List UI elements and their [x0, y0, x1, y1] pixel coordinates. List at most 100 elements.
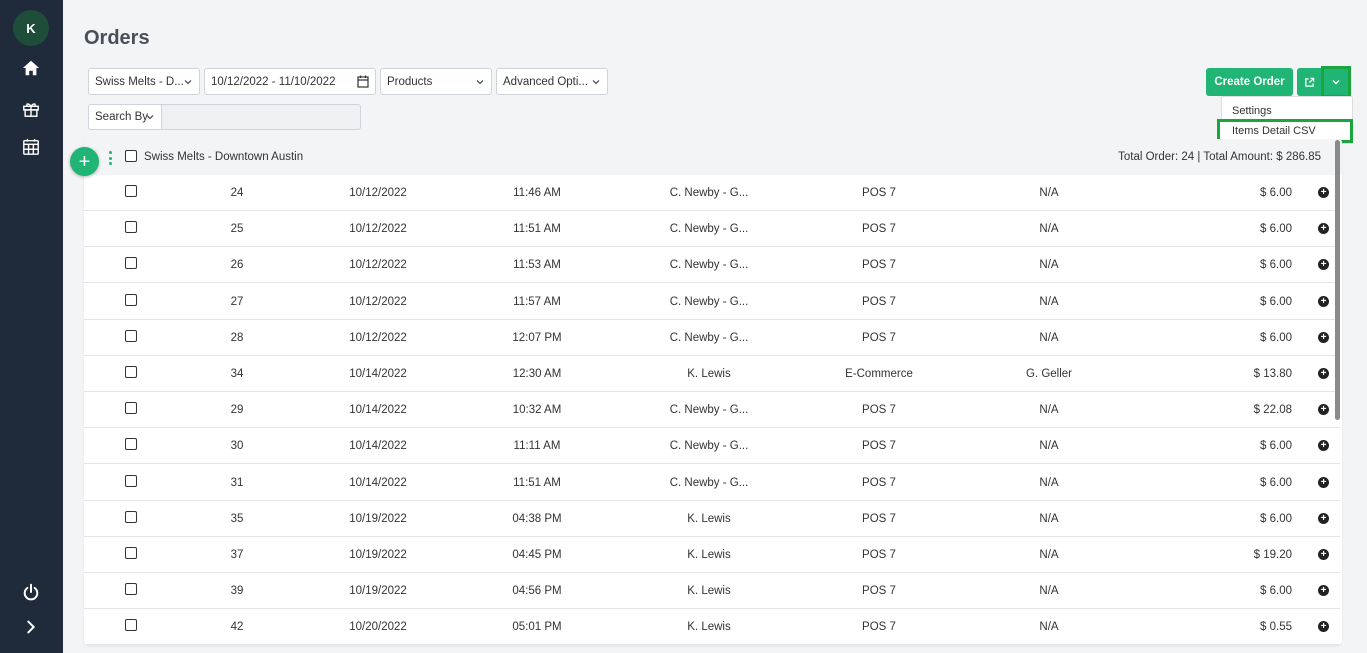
order-employee: N/A — [1039, 477, 1059, 489]
row-checkbox[interactable] — [125, 511, 137, 523]
expand-row-icon[interactable]: + — [1318, 187, 1329, 198]
table-row[interactable]: 31 10/14/2022 11:51 AM C. Newby - G... POS 7… — [84, 465, 1340, 501]
order-employee: N/A — [1039, 296, 1059, 308]
table-row[interactable]: 34 10/14/2022 12:30 AM K. Lewis E-Commerce G.… — [84, 356, 1340, 392]
create-order-button[interactable]: Create Order — [1206, 68, 1293, 96]
expand-row-icon[interactable]: + — [1318, 477, 1329, 488]
expand-row-icon[interactable]: + — [1318, 296, 1329, 307]
order-customer: K. Lewis — [687, 368, 731, 380]
calendar-grid-icon[interactable] — [21, 137, 41, 157]
order-employee: N/A — [1039, 259, 1059, 271]
table-row[interactable]: 37 10/19/2022 04:45 PM K. Lewis POS 7 N/A $ 19… — [84, 537, 1340, 573]
order-date: 10/12/2022 — [349, 259, 407, 271]
row-checkbox[interactable] — [125, 547, 137, 559]
table-row[interactable]: 30 10/14/2022 11:11 AM C. Newby - G... POS 7… — [84, 428, 1340, 464]
order-date: 10/19/2022 — [349, 513, 407, 525]
add-group-button[interactable]: + — [70, 147, 99, 176]
products-select[interactable]: Products — [380, 68, 492, 95]
advanced-options-select[interactable]: Advanced Opti... — [496, 68, 608, 95]
expand-row-icon[interactable]: + — [1318, 549, 1329, 560]
order-employee: N/A — [1039, 332, 1059, 344]
expand-row-icon[interactable]: + — [1318, 368, 1329, 379]
row-checkbox[interactable] — [125, 185, 137, 197]
chevron-right-icon[interactable] — [21, 617, 41, 637]
order-employee: N/A — [1039, 549, 1059, 561]
group-checkbox[interactable] — [125, 150, 137, 162]
expand-row-icon[interactable]: + — [1318, 585, 1329, 596]
order-source: POS 7 — [862, 549, 896, 561]
order-customer: K. Lewis — [687, 621, 731, 633]
chevron-down-icon — [184, 80, 192, 85]
order-customer: C. Newby - G... — [669, 187, 749, 199]
order-source: POS 7 — [862, 259, 896, 271]
menu-item-settings[interactable]: Settings — [1232, 105, 1272, 117]
more-actions-dropdown-button[interactable] — [1321, 66, 1351, 98]
row-checkbox[interactable] — [125, 257, 137, 269]
search-by-select[interactable]: Search By — [88, 104, 162, 130]
expand-row-icon[interactable]: + — [1318, 621, 1329, 632]
table-row[interactable]: 27 10/12/2022 11:57 AM C. Newby - G... POS 7… — [84, 284, 1340, 320]
order-date: 10/12/2022 — [349, 296, 407, 308]
search-by-label: Search By — [95, 111, 149, 123]
table-row[interactable]: 28 10/12/2022 12:07 PM C. Newby - G... POS 7… — [84, 320, 1340, 356]
order-amount: $ 6.00 — [1260, 187, 1292, 199]
home-icon[interactable] — [21, 58, 41, 78]
table-row[interactable]: 24 10/12/2022 11:46 AM C. Newby - G... POS 7… — [84, 175, 1340, 211]
order-time: 10:32 AM — [512, 404, 562, 416]
order-date: 10/14/2022 — [349, 368, 407, 380]
order-customer: C. Newby - G... — [669, 440, 749, 452]
row-checkbox[interactable] — [125, 402, 137, 414]
order-customer: C. Newby - G... — [669, 296, 749, 308]
expand-row-icon[interactable]: + — [1318, 440, 1329, 451]
expand-row-icon[interactable]: + — [1318, 513, 1329, 524]
table-row[interactable]: 42 10/20/2022 05:01 PM K. Lewis POS 7 N/A $ 0.… — [84, 609, 1340, 645]
location-select[interactable]: Swiss Melts - D... — [88, 68, 200, 95]
table-row[interactable]: 39 10/19/2022 04:56 PM K. Lewis POS 7 N/A $ 6.… — [84, 573, 1340, 609]
gift-icon[interactable] — [21, 99, 41, 119]
date-range-input[interactable]: 10/12/2022 - 11/10/2022 — [204, 68, 376, 95]
row-checkbox[interactable] — [125, 475, 137, 487]
location-select-value: Swiss Melts - D... — [95, 75, 184, 88]
avatar[interactable]: K — [13, 10, 49, 46]
power-icon[interactable] — [21, 582, 41, 602]
row-checkbox[interactable] — [125, 366, 137, 378]
row-checkbox[interactable] — [125, 294, 137, 306]
order-amount: $ 6.00 — [1260, 513, 1292, 525]
table-row[interactable]: 25 10/12/2022 11:51 AM C. Newby - G... POS 7… — [84, 211, 1340, 247]
order-employee: N/A — [1039, 187, 1059, 199]
expand-row-icon[interactable]: + — [1318, 223, 1329, 234]
order-amount: $ 6.00 — [1260, 332, 1292, 344]
chevron-down-icon — [146, 115, 154, 120]
order-time: 11:53 AM — [513, 259, 561, 271]
order-amount: $ 6.00 — [1260, 440, 1292, 452]
calendar-icon[interactable] — [357, 75, 369, 88]
order-time: 11:51 AM — [513, 477, 561, 489]
order-time: 04:38 PM — [512, 513, 562, 525]
row-checkbox[interactable] — [125, 619, 137, 631]
row-checkbox[interactable] — [125, 583, 137, 595]
advanced-options-value: Advanced Opti... — [503, 75, 589, 88]
search-input[interactable] — [161, 104, 361, 130]
row-checkbox[interactable] — [125, 330, 137, 342]
order-amount: $ 19.20 — [1253, 549, 1292, 561]
expand-row-icon[interactable]: + — [1318, 259, 1329, 270]
row-checkbox[interactable] — [125, 221, 137, 233]
expand-row-icon[interactable]: + — [1318, 404, 1329, 415]
order-number: 30 — [230, 440, 244, 452]
export-button[interactable] — [1297, 68, 1321, 96]
scrollbar[interactable] — [1335, 140, 1340, 420]
table-row[interactable]: 29 10/14/2022 10:32 AM C. Newby - G... POS 7… — [84, 392, 1340, 428]
expand-row-icon[interactable]: + — [1318, 332, 1329, 343]
order-customer: C. Newby - G... — [669, 404, 749, 416]
order-source: POS 7 — [862, 621, 896, 633]
order-source: POS 7 — [862, 477, 896, 489]
order-employee: N/A — [1039, 440, 1059, 452]
order-date: 10/14/2022 — [349, 404, 407, 416]
order-number: 37 — [230, 549, 244, 561]
table-row[interactable]: 35 10/19/2022 04:38 PM K. Lewis POS 7 N/A $ 6.… — [84, 501, 1340, 537]
kebab-menu-icon[interactable] — [107, 151, 113, 165]
group-total: Total Order: 24 | Total Amount: $ 286.85 — [1118, 151, 1321, 163]
table-row[interactable]: 26 10/12/2022 11:53 AM C. Newby - G... POS 7… — [84, 247, 1340, 283]
row-checkbox[interactable] — [125, 438, 137, 450]
order-source: POS 7 — [862, 187, 896, 199]
